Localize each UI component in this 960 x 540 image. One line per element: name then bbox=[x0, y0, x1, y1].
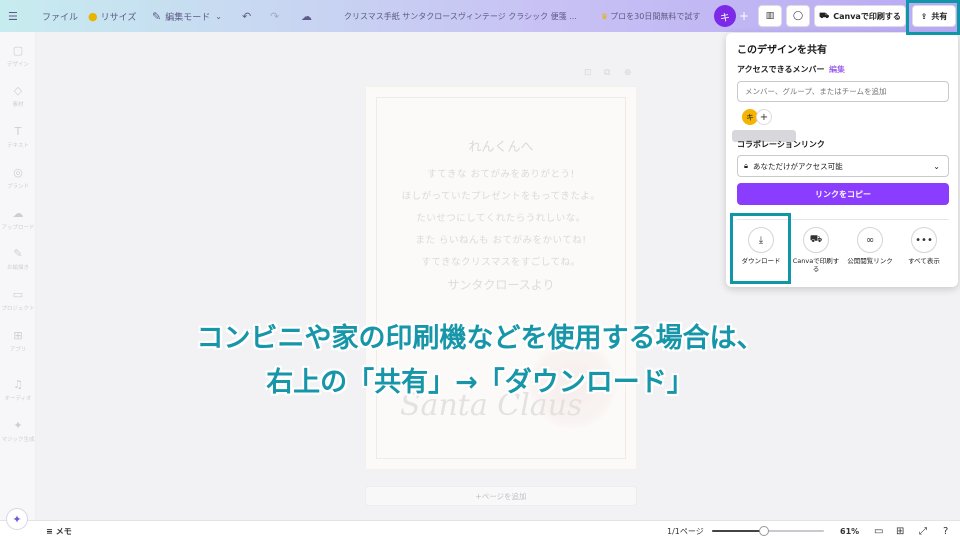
add-member-button[interactable]: + bbox=[756, 109, 772, 125]
left-sidebar: ▢ デザイン ◇ 素材 T テキスト ◎ ブランド ☁ アップロード ✎ お絵描… bbox=[0, 32, 36, 520]
sidebar-item-uploads[interactable]: ☁ アップロード bbox=[0, 207, 36, 231]
chevron-down-icon: ⌄ bbox=[215, 11, 222, 21]
print-with-canva-button[interactable]: ⛟ Canvaで印刷する bbox=[814, 5, 906, 27]
folder-icon: ▭ bbox=[12, 288, 24, 301]
pro-trial-button[interactable]: ♛ プロを30日間無料で試す bbox=[601, 0, 700, 32]
zoom-slider-handle[interactable] bbox=[758, 526, 769, 536]
bottom-bar: ≡ メモ 1/1ページ 61% ▭ ⊞ ⤢ ? bbox=[0, 520, 960, 540]
edit-mode-dropdown[interactable]: ✎ 編集モード ⌄ bbox=[152, 0, 222, 32]
undo-icon[interactable]: ↶ bbox=[242, 0, 251, 32]
lock-icon: 🔒︎ bbox=[744, 161, 748, 170]
sidebar-item-elements[interactable]: ◇ 素材 bbox=[0, 84, 36, 108]
print-action[interactable]: ⛟ Canvaで印刷す る bbox=[790, 227, 842, 273]
edit-access-link[interactable]: 編集 bbox=[829, 64, 845, 75]
letter-line: すてきな おてがみをありがとう! bbox=[427, 169, 575, 180]
zoom-slider-fill bbox=[712, 530, 764, 532]
truck-icon: ⛟ bbox=[803, 227, 829, 253]
menu-icon[interactable]: ☰ bbox=[8, 0, 18, 32]
download-highlight-box bbox=[730, 213, 791, 284]
crown-icon: ● bbox=[88, 9, 98, 23]
fullscreen-icon[interactable]: ⤢ bbox=[919, 521, 927, 540]
copy-link-button[interactable]: リンクをコピー bbox=[737, 183, 949, 205]
share-highlight-box bbox=[906, 0, 960, 35]
letter-line: ほしがっていたプレゼントをもってきたよ。 bbox=[401, 191, 601, 202]
more-icon: ••• bbox=[911, 227, 937, 253]
sidebar-item-brand[interactable]: ◎ ブランド bbox=[0, 166, 36, 190]
page-view-icon[interactable]: ▭ bbox=[874, 521, 883, 540]
sidebar-item-draw[interactable]: ✎ お絵描き bbox=[0, 247, 36, 271]
sidebar-item-text[interactable]: T テキスト bbox=[0, 125, 36, 149]
letter-signoff: サンタクロースより bbox=[447, 278, 555, 292]
notes-icon: ≡ bbox=[46, 526, 53, 536]
letter-line: また らいねんも おてがみをかいてね! bbox=[415, 235, 587, 246]
file-menu[interactable]: ファイル bbox=[42, 0, 78, 32]
truck-icon: ⛟ bbox=[819, 11, 830, 20]
document-title[interactable]: クリスマス手紙 サンタクロースヴィンテージ クラシック 便箋 ... bbox=[344, 0, 577, 32]
page-indicator[interactable]: 1/1ページ bbox=[667, 521, 704, 540]
sidebar-item-design[interactable]: ▢ デザイン bbox=[0, 44, 36, 68]
public-link-action[interactable]: ∞ 公開閲覧リンク bbox=[844, 227, 896, 265]
access-members-label: アクセスできるメンバー bbox=[737, 65, 825, 74]
magic-sparkle-icon: ✦ bbox=[13, 419, 23, 432]
sidebar-item-magic-media[interactable]: ✦ マジック生成 bbox=[0, 419, 36, 443]
user-avatar[interactable]: キ bbox=[714, 5, 736, 27]
zoom-level[interactable]: 61% bbox=[840, 521, 859, 540]
insights-button[interactable]: ▥ bbox=[758, 5, 782, 27]
crown-icon: ♛ bbox=[601, 11, 609, 21]
lock-icon[interactable]: ⊡ bbox=[584, 68, 592, 78]
add-collaborator-button[interactable]: + bbox=[737, 5, 751, 27]
share-panel-title: このデザインを共有 bbox=[737, 45, 827, 56]
access-level-select[interactable]: 🔒︎ あなただけがアクセス可能 ⌄ bbox=[737, 155, 949, 177]
text-icon: T bbox=[14, 125, 22, 138]
instruction-caption-line1: コンビニや家の印刷機などを使用する場合は、 bbox=[196, 323, 764, 354]
help-icon[interactable]: ? bbox=[943, 521, 948, 540]
add-page-button[interactable]: +ページを追加 bbox=[365, 486, 637, 506]
instruction-caption-line2: 右上の「共有」→「ダウンロード」 bbox=[266, 367, 694, 398]
top-bar: ☰ ファイル ● リサイズ ✎ 編集モード ⌄ ↶ ↷ ☁ クリスマス手紙 サン… bbox=[0, 0, 960, 32]
letter-line: たいせつにしてくれたらうれしいな。 bbox=[416, 213, 586, 224]
upload-cloud-icon: ☁ bbox=[12, 207, 24, 220]
magic-assistant-icon[interactable]: ✦ bbox=[6, 508, 28, 530]
elements-icon: ◇ bbox=[13, 84, 23, 97]
brand-icon: ◎ bbox=[13, 166, 23, 179]
notes-button[interactable]: ≡ メモ bbox=[46, 521, 72, 540]
grid-view-icon[interactable]: ⊞ bbox=[896, 521, 904, 540]
comment-icon: ◯ bbox=[792, 11, 804, 21]
cloud-sync-icon: ☁ bbox=[301, 9, 312, 23]
letter-line: すてきなクリスマスをすごしてね。 bbox=[421, 257, 581, 268]
bar-chart-icon: ▥ bbox=[765, 11, 775, 21]
pencil-icon: ✎ bbox=[152, 9, 162, 23]
add-member-input[interactable] bbox=[737, 81, 949, 102]
sidebar-item-projects[interactable]: ▭ プロジェクト bbox=[0, 288, 36, 312]
comments-button[interactable]: ◯ bbox=[786, 5, 810, 27]
add-page-icon[interactable]: ⊕ bbox=[624, 68, 632, 78]
collab-link-label: コラボレーションリンク bbox=[737, 140, 825, 149]
design-icon: ▢ bbox=[12, 44, 24, 57]
redo-icon[interactable]: ↷ bbox=[270, 0, 279, 32]
chevron-down-icon: ⌄ bbox=[933, 161, 940, 171]
see-all-action[interactable]: ••• すべて表示 bbox=[898, 227, 950, 265]
letter-title: れんくんへ bbox=[468, 140, 534, 155]
link-icon: ∞ bbox=[857, 227, 883, 253]
duplicate-icon[interactable]: ⧉ bbox=[604, 68, 610, 78]
draw-icon: ✎ bbox=[13, 247, 23, 260]
resize-button[interactable]: ● リサイズ bbox=[88, 0, 136, 32]
zoom-slider[interactable] bbox=[712, 526, 824, 536]
